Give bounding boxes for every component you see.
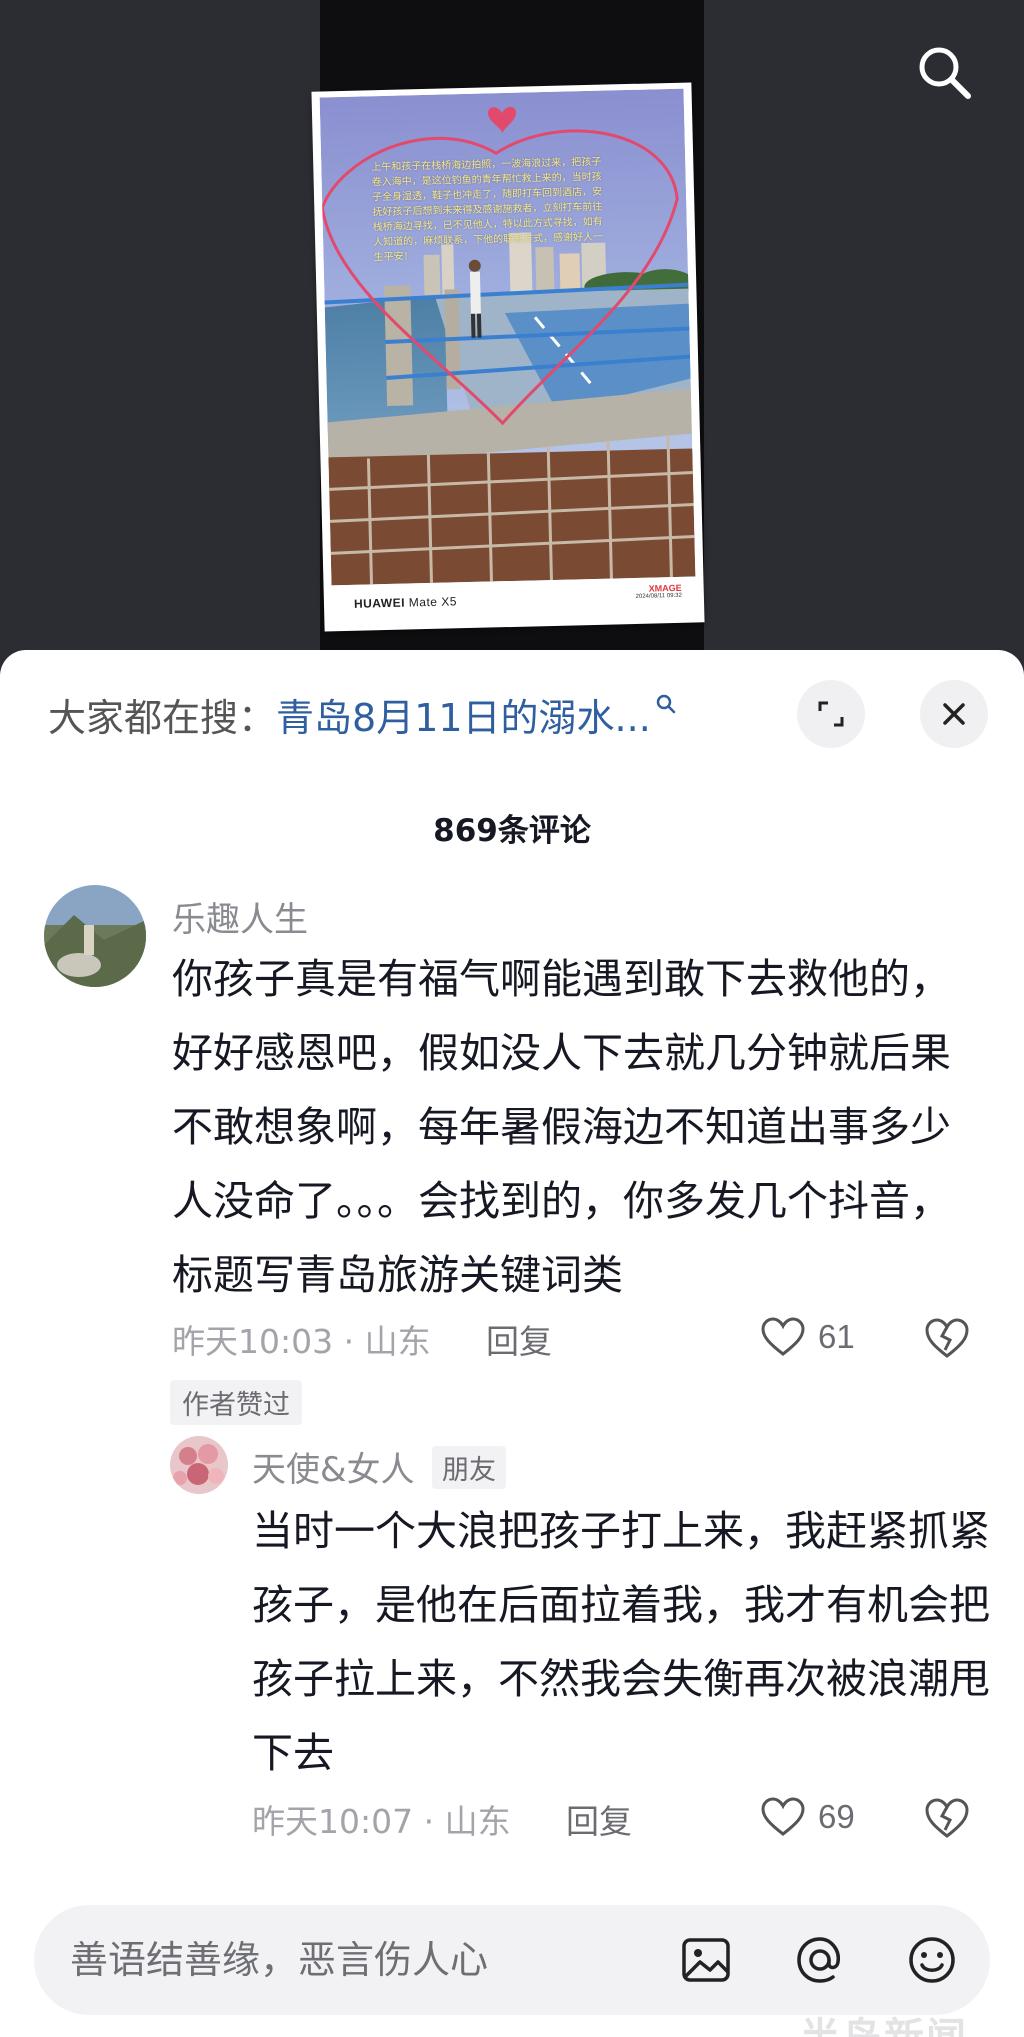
reply-avatar[interactable] <box>170 1436 228 1494</box>
broken-heart-icon[interactable] <box>924 1796 970 1840</box>
hot-search-bar[interactable]: 大家都在搜： 青岛8月11日的溺水... <box>48 686 677 742</box>
avatar[interactable] <box>44 885 146 987</box>
reply-meta: 昨天10:07 · 山东 <box>252 1802 511 1841</box>
photo-card: 上午和孩子在栈桥海边拍照，一波海浪过来，把孩子卷入海中，是这位钓鱼的青年帮忙救上… <box>311 82 705 632</box>
comment-count: 869条评论 <box>433 813 591 849</box>
small-search-icon <box>656 694 676 714</box>
expand-icon <box>818 701 844 727</box>
hot-search-query[interactable]: 青岛8月11日的溺水... <box>276 687 651 742</box>
reply-avatar-image <box>170 1436 228 1494</box>
at-icon[interactable] <box>792 1932 848 1988</box>
reply-button[interactable]: 回复 <box>486 1315 552 1363</box>
author-liked-badge: 作者赞过 <box>170 1380 302 1425</box>
friend-tag: 朋友 <box>432 1446 506 1489</box>
search-icon[interactable] <box>912 40 976 104</box>
hot-search-label: 大家都在搜： <box>48 695 277 740</box>
reply-reply-button[interactable]: 回复 <box>566 1795 632 1843</box>
reply-like-button[interactable]: 69 <box>760 1795 855 1839</box>
video-player[interactable]: 上午和孩子在栈桥海边拍照，一波海浪过来，把孩子卷入海中，是这位钓鱼的青年帮忙救上… <box>0 0 1024 660</box>
like-button[interactable]: 61 <box>760 1315 855 1359</box>
photo-date: 2024/08/11 09:32 <box>635 592 682 600</box>
xmage-watermark: XMAGE 2024/08/11 09:32 <box>635 583 682 600</box>
reply-like-count: 69 <box>818 1798 855 1835</box>
reply-username[interactable]: 天使&女人 <box>252 1442 415 1491</box>
close-icon <box>943 703 965 725</box>
photo-caption: 上午和孩子在栈桥海边拍照，一波海浪过来，把孩子卷入海中，是这位钓鱼的青年帮忙救上… <box>371 156 604 264</box>
comment-input-bar[interactable]: 善语结善缘，恶言伤人心 <box>34 1905 990 2015</box>
screen: 上午和孩子在栈桥海边拍照，一波海浪过来，把孩子卷入海中，是这位钓鱼的青年帮忙救上… <box>0 0 1024 2037</box>
camera-brand: HUAWEI <box>353 595 406 611</box>
heart-icon <box>761 1317 805 1356</box>
comment-username[interactable]: 乐趣人生 <box>172 892 308 941</box>
image-icon[interactable] <box>678 1932 734 1988</box>
camera-model: Mate X5 <box>408 594 458 610</box>
comment-sheet: 大家都在搜： 青岛8月11日的溺水... 869条评论 乐趣人生 你孩子真是有福… <box>0 650 1024 2037</box>
camera-watermark: HUAWEI Mate X5 <box>354 594 457 611</box>
close-button[interactable] <box>920 680 988 748</box>
comment-text: 你孩子真是有福气啊能遇到敢下去救他的，好好感恩吧，假如没人下去就几分钟就后果不敢… <box>172 955 951 1299</box>
like-count: 61 <box>818 1318 855 1355</box>
heart-icon <box>761 1797 805 1836</box>
emoji-icon[interactable] <box>904 1932 960 1988</box>
broken-heart-icon[interactable] <box>924 1316 970 1360</box>
avatar-image <box>44 885 146 987</box>
expand-button[interactable] <box>797 680 865 748</box>
reply-text: 当时一个大浪把孩子打上来，我赶紧抓紧孩子，是他在后面拉着我，我才有机会把孩子拉上… <box>252 1507 990 1777</box>
comment-meta: 昨天10:03 · 山东 <box>172 1322 431 1361</box>
comment-input[interactable]: 善语结善缘，恶言伤人心 <box>70 1905 488 2015</box>
news-watermark: 半岛新闻 <box>800 2005 968 2037</box>
